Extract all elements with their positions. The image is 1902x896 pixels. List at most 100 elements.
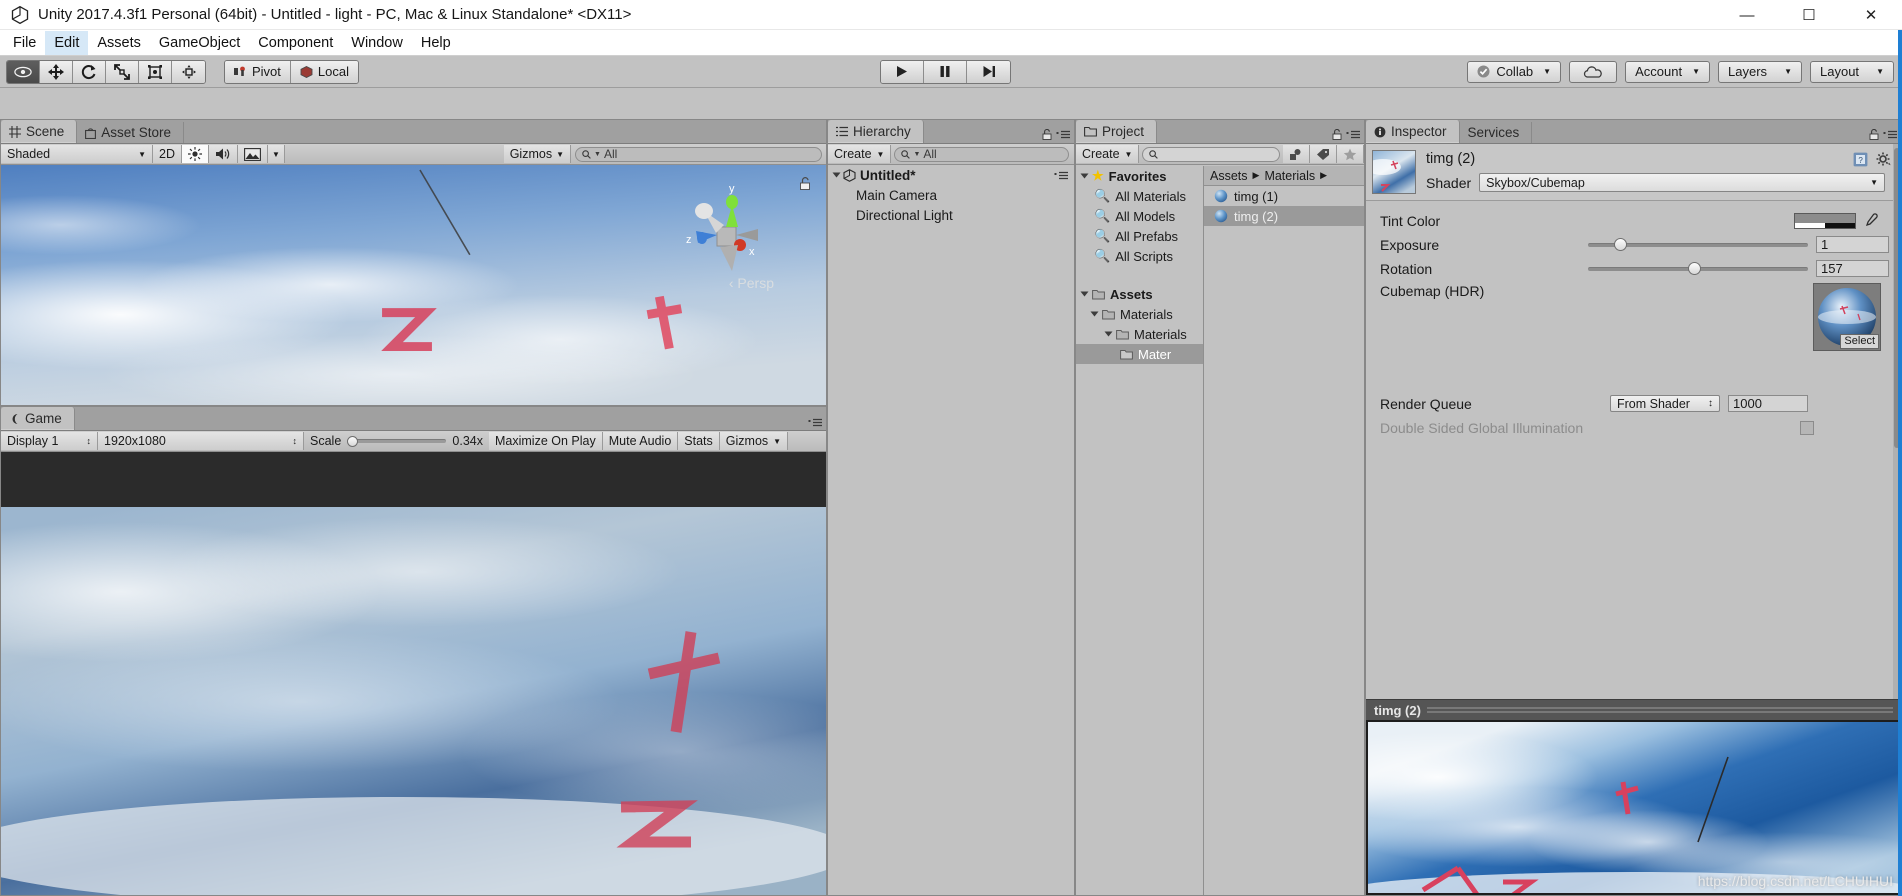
menu-gameobject[interactable]: GameObject [150, 31, 249, 55]
hand-tool-icon[interactable] [7, 60, 40, 83]
filter-by-type-icon[interactable] [1283, 145, 1310, 163]
transform-tool-icon[interactable] [172, 60, 205, 83]
project-create-button[interactable]: Create ▼ [1076, 145, 1140, 163]
cubemap-select-label[interactable]: Select [1840, 334, 1879, 349]
pivot-button[interactable]: Pivot [225, 60, 291, 83]
breadcrumb-materials[interactable]: Materials [1264, 169, 1315, 183]
lighting-icon[interactable] [181, 145, 209, 163]
disclosure-triangle-icon[interactable] [1090, 311, 1099, 317]
game-tab-tools[interactable] [808, 418, 822, 427]
step-button[interactable] [967, 60, 1010, 83]
fx-dropdown[interactable]: ▼ [267, 145, 285, 163]
tab-services[interactable]: Services [1460, 122, 1533, 143]
project-favorite-all-scripts[interactable]: 🔍 All Scripts [1076, 246, 1203, 266]
collab-button[interactable]: Collab ▼ [1467, 60, 1562, 83]
hierarchy-create-button[interactable]: Create ▼ [828, 145, 892, 163]
fx-icon[interactable] [237, 145, 268, 163]
rotation-value-field[interactable]: 157 [1816, 260, 1890, 277]
inspector-tab-tools[interactable] [1869, 129, 1897, 140]
menu-window[interactable]: Window [342, 31, 412, 55]
project-folder-materials-2[interactable]: Materials [1076, 324, 1203, 344]
project-favorite-all-prefabs[interactable]: 🔍 All Prefabs [1076, 226, 1203, 246]
tab-scene[interactable]: Scene [1, 120, 78, 143]
close-button[interactable]: ✕ [1840, 0, 1902, 30]
project-favorites-root[interactable]: ★ Favorites [1076, 166, 1203, 186]
stats-button[interactable]: Stats [678, 432, 720, 450]
hierarchy-item-main-camera[interactable]: Main Camera [828, 185, 1074, 205]
project-assets-root[interactable]: Assets [1076, 284, 1203, 304]
project-search-input[interactable] [1142, 146, 1280, 162]
menu-help[interactable]: Help [412, 31, 460, 55]
game-viewport[interactable] [1, 452, 826, 895]
rect-tool-icon[interactable] [139, 60, 172, 83]
disclosure-triangle-icon[interactable] [1080, 291, 1089, 297]
scale-tool-icon[interactable] [106, 60, 139, 83]
favorites-star-icon[interactable] [1337, 145, 1364, 163]
rotation-slider[interactable] [1588, 261, 1809, 277]
toggle-2d-button[interactable]: 2D [153, 145, 182, 163]
rotate-tool-icon[interactable] [73, 60, 106, 83]
exposure-value-field[interactable]: 1 [1816, 236, 1890, 253]
scale-slider[interactable] [347, 435, 447, 447]
hierarchy-item-directional-light[interactable]: Directional Light [828, 205, 1074, 225]
gizmos-dropdown[interactable]: Gizmos ▼ [503, 145, 571, 163]
disclosure-triangle-icon[interactable] [1104, 331, 1113, 337]
filter-by-label-icon[interactable] [1310, 145, 1337, 163]
preview-drag-handle[interactable] [1426, 707, 1893, 713]
menu-file[interactable]: File [4, 31, 45, 55]
mute-audio-button[interactable]: Mute Audio [602, 432, 679, 450]
project-asset-timg1[interactable]: timg (1) [1204, 186, 1364, 206]
project-tab-tools[interactable] [1332, 129, 1360, 140]
draw-mode-dropdown[interactable]: Shaded ▼ [1, 145, 153, 163]
tab-hierarchy[interactable]: Hierarchy [828, 120, 924, 143]
audio-icon[interactable] [208, 145, 238, 163]
maximize-button[interactable]: ☐ [1778, 0, 1840, 30]
layout-button[interactable]: Layout ▼ [1810, 60, 1894, 83]
display-dropdown[interactable]: Display 1 ↕ [1, 432, 98, 450]
preview-header[interactable]: timg (2) [1366, 699, 1901, 720]
scene-projection-label[interactable]: ‹ Persp [729, 275, 774, 291]
disclosure-triangle-icon[interactable] [832, 172, 841, 178]
eyedropper-icon[interactable] [1864, 213, 1879, 228]
shader-dropdown[interactable]: Skybox/Cubemap ▼ [1479, 173, 1885, 192]
breadcrumb-assets[interactable]: Assets [1210, 169, 1248, 183]
render-queue-dropdown[interactable]: From Shader ↕ [1610, 395, 1720, 412]
hierarchy-search-input[interactable]: ▼ All [894, 146, 1069, 162]
scene-search-input[interactable]: ▼ All [575, 146, 822, 162]
aspect-dropdown[interactable]: 1920x1080 ↕ [98, 432, 304, 450]
account-button[interactable]: Account ▼ [1625, 60, 1710, 83]
scene-viewport[interactable]: y x z ‹ Persp [1, 165, 826, 405]
scene-lock-icon[interactable] [799, 177, 811, 193]
render-queue-value-field[interactable]: 1000 [1728, 395, 1808, 412]
minimize-button[interactable]: — [1716, 0, 1778, 30]
hierarchy-tab-tools[interactable] [1042, 129, 1070, 140]
project-folder-materials-1[interactable]: Materials [1076, 304, 1203, 324]
tint-color-swatch[interactable] [1794, 212, 1856, 229]
menu-component[interactable]: Component [249, 31, 342, 55]
project-favorite-all-materials[interactable]: 🔍 All Materials [1076, 186, 1203, 206]
help-book-icon[interactable]: ? [1853, 152, 1868, 167]
menu-assets[interactable]: Assets [88, 31, 150, 55]
menu-edit[interactable]: Edit [45, 30, 89, 55]
handle-button[interactable]: Local [290, 60, 358, 83]
hierarchy-scene-root[interactable]: Untitled* [828, 165, 1074, 185]
layers-button[interactable]: Layers ▼ [1718, 60, 1802, 83]
tab-project[interactable]: Project [1076, 120, 1158, 143]
play-button[interactable] [881, 60, 924, 83]
maximize-on-play-button[interactable]: Maximize On Play [489, 432, 603, 450]
preview-image[interactable]: https://blog.csdn.net/LCHUIHUI [1366, 720, 1901, 895]
tab-asset-store[interactable]: Asset Store [77, 122, 185, 143]
pause-button[interactable] [924, 60, 967, 83]
project-favorite-all-models[interactable]: 🔍 All Models [1076, 206, 1203, 226]
project-asset-timg2[interactable]: timg (2) [1204, 206, 1364, 226]
game-gizmos-button[interactable]: Gizmos ▼ [719, 432, 789, 450]
tab-inspector[interactable]: Inspector [1366, 120, 1460, 143]
tab-game[interactable]: Game [1, 407, 75, 430]
move-tool-icon[interactable] [40, 60, 73, 83]
cubemap-object-field[interactable]: Select [1813, 283, 1881, 351]
disclosure-triangle-icon[interactable] [1080, 173, 1089, 179]
project-folder-materials-3[interactable]: Mater [1076, 344, 1203, 364]
gear-icon[interactable] [1876, 152, 1891, 167]
exposure-slider[interactable] [1588, 237, 1809, 253]
cloud-button[interactable] [1569, 60, 1618, 83]
